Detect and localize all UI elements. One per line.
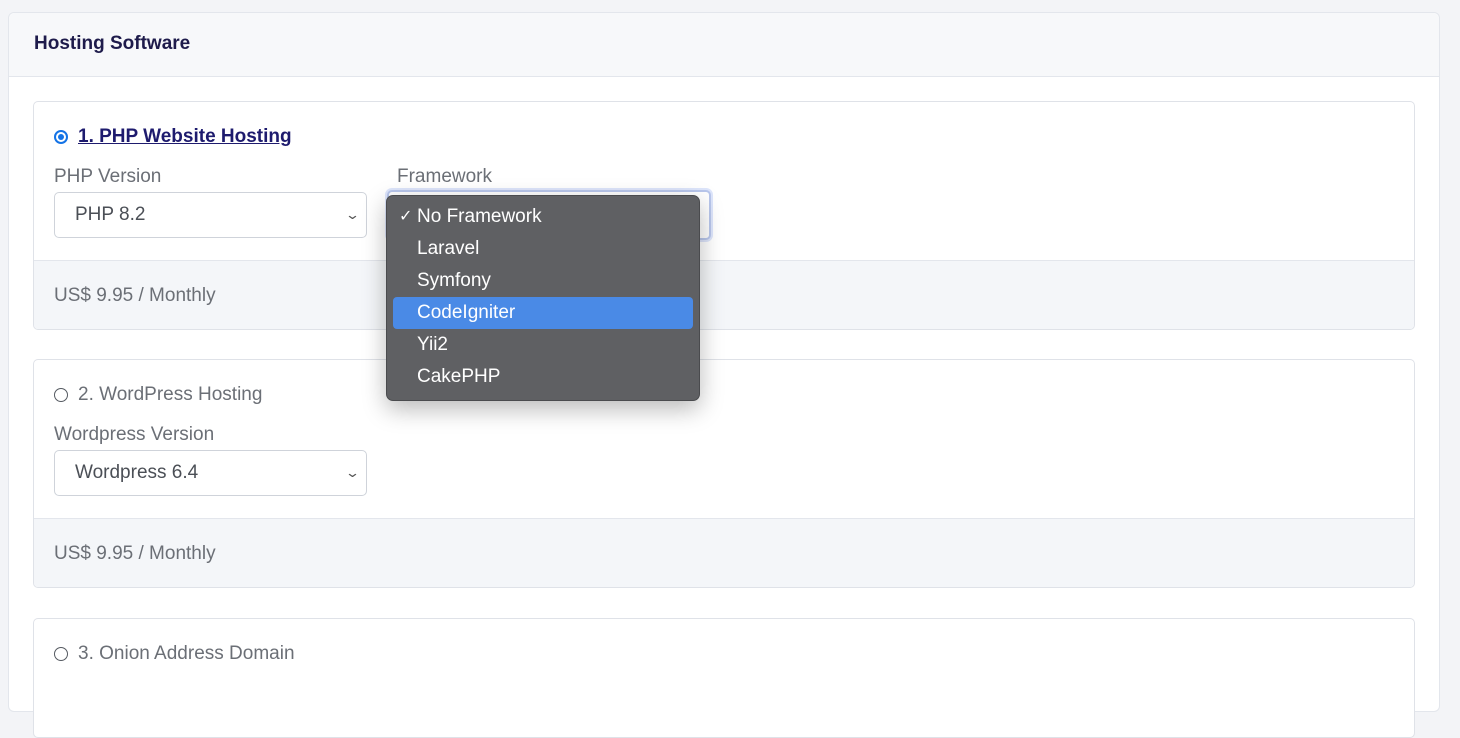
onion-domain-radio[interactable] xyxy=(54,647,68,661)
framework-label: Framework xyxy=(397,166,493,187)
card-title: Hosting Software xyxy=(34,33,191,54)
framework-option-laravel[interactable]: Laravel xyxy=(393,233,693,265)
php-version-label: PHP Version xyxy=(54,166,162,187)
framework-option-label: Yii2 xyxy=(417,334,448,355)
wordpress-version-value: Wordpress 6.4 xyxy=(75,462,199,483)
framework-option-label: CodeIgniter xyxy=(417,302,516,323)
framework-option-label: Symfony xyxy=(417,270,491,291)
wordpress-hosting-price: US$ 9.95 / Monthly xyxy=(54,543,216,564)
php-version-value: PHP 8.2 xyxy=(75,204,146,225)
framework-option-label: CakePHP xyxy=(417,366,501,387)
framework-option-no-framework[interactable]: ✓ No Framework xyxy=(393,201,693,233)
option-wordpress-head[interactable]: 2. WordPress Hosting xyxy=(54,384,262,406)
wordpress-version-label: Wordpress Version xyxy=(54,424,215,445)
framework-option-cakephp[interactable]: CakePHP xyxy=(393,361,693,393)
onion-domain-title[interactable]: 3. Onion Address Domain xyxy=(78,643,295,665)
option-wordpress-hosting: 2. WordPress Hosting Wordpress Version W… xyxy=(33,359,1415,588)
option-onion-head[interactable]: 3. Onion Address Domain xyxy=(54,643,295,665)
framework-dropdown-menu: ✓ No Framework Laravel Symfony CodeIgnit… xyxy=(386,195,700,401)
framework-option-symfony[interactable]: Symfony xyxy=(393,265,693,297)
chevron-down-icon: ⌄ xyxy=(344,465,361,480)
option-php-hosting-head[interactable]: 1. PHP Website Hosting xyxy=(54,126,292,148)
php-version-select[interactable]: PHP 8.2 ⌄ xyxy=(54,192,367,238)
framework-option-label: No Framework xyxy=(417,206,542,227)
option-onion-domain: 3. Onion Address Domain xyxy=(33,618,1415,738)
wordpress-hosting-title[interactable]: 2. WordPress Hosting xyxy=(78,384,262,406)
php-hosting-title[interactable]: 1. PHP Website Hosting xyxy=(78,126,292,148)
option-php-hosting: 1. PHP Website Hosting PHP Version PHP 8… xyxy=(33,101,1415,330)
wordpress-hosting-radio[interactable] xyxy=(54,388,68,402)
php-hosting-price-bar: US$ 9.95 / Monthly xyxy=(34,260,1414,329)
card-header: Hosting Software xyxy=(9,13,1439,77)
framework-option-codeigniter[interactable]: CodeIgniter xyxy=(393,297,693,329)
php-hosting-radio[interactable] xyxy=(54,130,68,144)
wordpress-hosting-price-bar: US$ 9.95 / Monthly xyxy=(34,518,1414,587)
framework-option-yii2[interactable]: Yii2 xyxy=(393,329,693,361)
php-hosting-price: US$ 9.95 / Monthly xyxy=(54,285,216,306)
checkmark-icon: ✓ xyxy=(399,208,413,225)
framework-option-label: Laravel xyxy=(417,238,480,259)
wordpress-version-select[interactable]: Wordpress 6.4 ⌄ xyxy=(54,450,367,496)
chevron-down-icon: ⌄ xyxy=(344,207,361,222)
